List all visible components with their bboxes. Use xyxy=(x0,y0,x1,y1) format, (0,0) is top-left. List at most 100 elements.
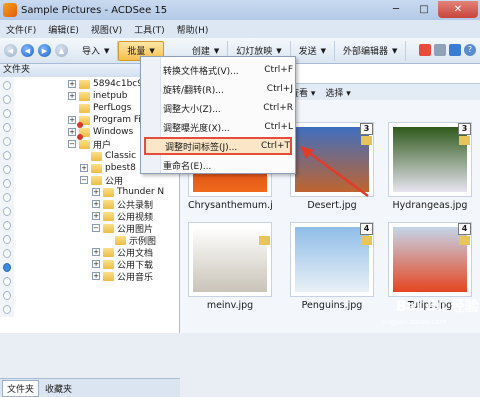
item-checkbox[interactable] xyxy=(3,151,11,160)
minimize-button[interactable]: ─ xyxy=(382,1,410,18)
maximize-button[interactable]: □ xyxy=(410,1,438,18)
expand-toggle-icon[interactable]: + xyxy=(92,188,100,196)
thumbnail-item[interactable]: 4 Penguins.jpg xyxy=(290,222,374,315)
external-editor-button[interactable]: 外部编辑器 ▼ xyxy=(335,40,407,61)
thumbnail-item[interactable]: 3 Hydrangeas.jpg xyxy=(388,122,472,215)
menu-item[interactable]: 调整时间标签(J)... Ctrl+T xyxy=(144,137,292,155)
menu-item-shortcut: Ctrl+R xyxy=(263,103,293,113)
expand-toggle-icon[interactable]: − xyxy=(92,224,100,232)
menu-item[interactable]: 旋转/翻转(R)... Ctrl+J xyxy=(163,80,293,98)
tree-item-label: 公用 xyxy=(105,176,124,187)
thumbnail-item[interactable]: meinv.jpg xyxy=(188,222,272,315)
window-title: Sample Pictures - ACDSee 15 xyxy=(21,4,168,16)
tree-item[interactable]: − 公用 xyxy=(60,174,180,187)
expand-toggle-icon[interactable]: + xyxy=(68,92,76,100)
item-checkbox[interactable] xyxy=(3,109,11,118)
menu-help[interactable]: 帮助(H) xyxy=(171,23,215,36)
item-checkbox[interactable] xyxy=(3,193,11,202)
item-checkbox[interactable] xyxy=(3,249,11,258)
expand-toggle-icon[interactable]: + xyxy=(68,116,76,124)
menu-item[interactable]: 调整曝光度(X)... Ctrl+L xyxy=(163,118,293,136)
tab-folders[interactable]: 文件夹 xyxy=(2,379,40,397)
item-checkbox[interactable] xyxy=(3,81,11,90)
menu-bar: 文件(F) 编辑(E) 视图(V) 工具(T) 帮助(H) xyxy=(0,20,480,38)
close-button[interactable]: ✕ xyxy=(438,1,478,18)
folder-icon xyxy=(103,199,114,209)
item-checkbox[interactable] xyxy=(3,221,11,230)
item-checkbox[interactable] xyxy=(3,137,11,146)
select-dropdown[interactable]: 选择 ▾ xyxy=(325,86,350,99)
tree-item[interactable]: 示例图 xyxy=(60,234,180,247)
tree-item[interactable]: + Thunder N xyxy=(60,186,180,198)
folder-icon xyxy=(103,247,114,257)
menu-file[interactable]: 文件(F) xyxy=(0,23,42,36)
item-checkbox[interactable] xyxy=(3,179,11,188)
panel-tabs: 文件夹 收藏夹 xyxy=(0,378,180,397)
expand-toggle-icon[interactable]: + xyxy=(92,272,100,280)
expand-toggle-icon[interactable]: + xyxy=(92,248,100,256)
thumbnail-item[interactable]: 3 Desert.jpg xyxy=(290,122,374,215)
expand-toggle-icon[interactable]: + xyxy=(68,128,76,136)
menu-tools[interactable]: 工具(T) xyxy=(128,23,171,36)
menu-item[interactable]: 重命名(E)... xyxy=(163,156,293,174)
toolbar-right-icons: ? xyxy=(419,44,476,56)
title-bar: Sample Pictures - ACDSee 15 ─ □ ✕ xyxy=(0,0,480,20)
expand-toggle-icon[interactable]: + xyxy=(92,260,100,268)
layout-icon[interactable] xyxy=(449,44,461,56)
forward-arrow-icon[interactable]: ◀ xyxy=(21,44,34,57)
menu-item-label: 旋转/翻转(R)... xyxy=(163,85,224,96)
help-icon[interactable]: ? xyxy=(464,44,476,56)
expand-toggle-icon[interactable]: − xyxy=(80,176,88,184)
item-checkbox[interactable] xyxy=(3,291,11,300)
batch-dropdown-menu: 转换文件格式(V)... Ctrl+F 旋转/翻转(R)... Ctrl+J 调整大小(… xyxy=(140,56,296,174)
menu-item[interactable]: 调整大小(Z)... Ctrl+R xyxy=(163,99,293,117)
folder-icon xyxy=(91,163,102,173)
tree-item[interactable]: + 公用下载 xyxy=(60,258,180,271)
expand-toggle-icon[interactable]: + xyxy=(92,212,100,220)
jpg-format-icon xyxy=(259,236,270,245)
expand-toggle-icon[interactable]: + xyxy=(68,80,76,88)
item-checkbox[interactable] xyxy=(3,207,11,216)
menu-item[interactable]: 转换文件格式(V)... Ctrl+F xyxy=(163,61,293,79)
expand-toggle-icon[interactable]: + xyxy=(92,200,100,208)
item-checkbox[interactable] xyxy=(3,263,11,272)
baidu-watermark-url: jingyan.baidu.com xyxy=(382,318,447,326)
tab-favorites[interactable]: 收藏夹 xyxy=(41,381,76,396)
folder-icon xyxy=(115,235,126,245)
next-arrow-icon[interactable]: ▶ xyxy=(38,44,51,57)
thumbnail-caption: Hydrangeas.jpg xyxy=(392,200,468,211)
tree-item[interactable]: + 公用视频 xyxy=(60,210,180,223)
menu-view[interactable]: 视图(V) xyxy=(85,23,128,36)
folder-icon xyxy=(103,271,114,281)
thumbnail-caption: meinv.jpg xyxy=(206,300,254,311)
thumbnail-frame: 4 xyxy=(290,222,374,297)
item-checkbox[interactable] xyxy=(3,305,11,314)
thumbnail-frame: 3 xyxy=(290,122,374,197)
tree-item-label: Classic xyxy=(105,151,137,161)
thumbnail-image xyxy=(393,127,467,192)
item-checkbox[interactable] xyxy=(3,235,11,244)
tree-item[interactable]: + 公用音乐 xyxy=(60,270,180,283)
tree-item[interactable]: + 公用文档 xyxy=(60,246,180,259)
expand-toggle-icon[interactable]: + xyxy=(80,164,88,172)
send-button[interactable]: 发送 ▼ xyxy=(291,40,336,61)
item-checkbox[interactable] xyxy=(3,123,11,132)
jpg-format-icon xyxy=(459,136,470,145)
tree-item[interactable]: + 公共录制 xyxy=(60,198,180,211)
import-button[interactable]: 导入 ▼ xyxy=(74,40,119,61)
window-icon[interactable] xyxy=(434,44,446,56)
record-icon[interactable] xyxy=(419,44,431,56)
item-checkbox[interactable] xyxy=(3,95,11,104)
tree-item-label: 5894c1bc9 xyxy=(93,79,143,89)
tree-item-label: 用户 xyxy=(93,140,112,151)
item-checkbox[interactable] xyxy=(3,277,11,286)
checkbox-rail xyxy=(0,77,14,317)
back-arrow-icon[interactable]: ◀ xyxy=(4,44,17,57)
menu-edit[interactable]: 编辑(E) xyxy=(42,23,85,36)
item-checkbox[interactable] xyxy=(3,165,11,174)
expand-toggle-icon[interactable]: − xyxy=(68,140,76,148)
up-arrow-icon[interactable]: ▲ xyxy=(55,44,68,57)
folder-icon xyxy=(79,79,90,89)
menu-item-label: 调整曝光度(X)... xyxy=(163,123,230,134)
tree-item[interactable]: − 公用图片 xyxy=(60,222,180,235)
